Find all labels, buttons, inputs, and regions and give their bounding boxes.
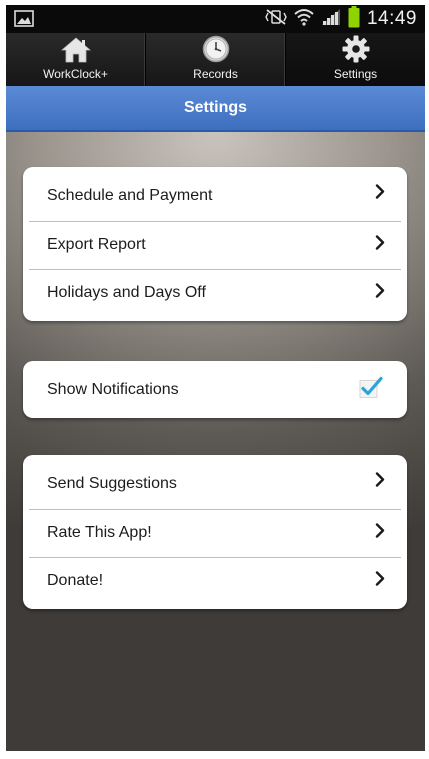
item-label: Donate!: [47, 572, 104, 589]
item-label: Export Report: [47, 236, 146, 253]
chevron-right-icon: [375, 235, 385, 256]
export-report-item[interactable]: Export Report: [23, 221, 407, 269]
signal-icon: [321, 8, 341, 31]
checkmark-icon[interactable]: [359, 376, 383, 403]
chevron-right-icon: [375, 283, 385, 304]
page-title: Settings: [183, 99, 248, 116]
chevron-right-icon: [375, 523, 385, 544]
settings-group-notifications: Show Notifications: [23, 361, 407, 418]
status-bar: 14:49: [6, 5, 425, 33]
tab-records[interactable]: Records: [146, 33, 286, 86]
wifi-icon: [294, 8, 314, 31]
settings-content: Schedule and Payment Export Report Holid…: [6, 132, 425, 751]
header-bar: Settings: [6, 86, 425, 132]
item-label: Holidays and Days Off: [47, 284, 206, 301]
tab-settings[interactable]: Settings: [286, 33, 425, 86]
item-label: Show Notifications: [47, 380, 179, 398]
schedule-and-payment-item[interactable]: Schedule and Payment: [23, 167, 407, 221]
chevron-right-icon: [375, 184, 385, 205]
phone-screen: 14:49 WorkClock+ Records Settings Settin…: [6, 5, 425, 751]
tab-workclock[interactable]: WorkClock+: [6, 33, 146, 86]
item-label: Send Suggestions: [47, 475, 177, 492]
send-suggestions-item[interactable]: Send Suggestions: [23, 455, 407, 509]
item-label: Rate This App!: [47, 524, 152, 541]
chevron-right-icon: [375, 472, 385, 493]
holidays-and-days-off-item[interactable]: Holidays and Days Off: [23, 269, 407, 321]
chevron-right-icon: [375, 571, 385, 592]
status-time: 14:49: [366, 8, 417, 29]
home-icon: [60, 35, 91, 63]
gallery-notification-icon: [14, 10, 34, 32]
show-notifications-item[interactable]: Show Notifications: [23, 361, 407, 418]
rate-this-app-item[interactable]: Rate This App!: [23, 509, 407, 557]
donate-item[interactable]: Donate!: [23, 557, 407, 609]
mute-vibrate-icon: [265, 8, 287, 31]
tab-label: Settings: [333, 67, 378, 81]
gear-icon: [342, 35, 370, 63]
tab-label: Records: [193, 67, 238, 81]
settings-group-feedback: Send Suggestions Rate This App! Donate!: [23, 455, 407, 609]
item-label: Schedule and Payment: [47, 187, 213, 204]
battery-icon: [348, 5, 360, 33]
tab-label: WorkClock+: [43, 67, 108, 81]
clock-icon: [202, 35, 230, 63]
tab-bar: WorkClock+ Records Settings: [6, 33, 425, 86]
settings-group-general: Schedule and Payment Export Report Holid…: [23, 167, 407, 321]
